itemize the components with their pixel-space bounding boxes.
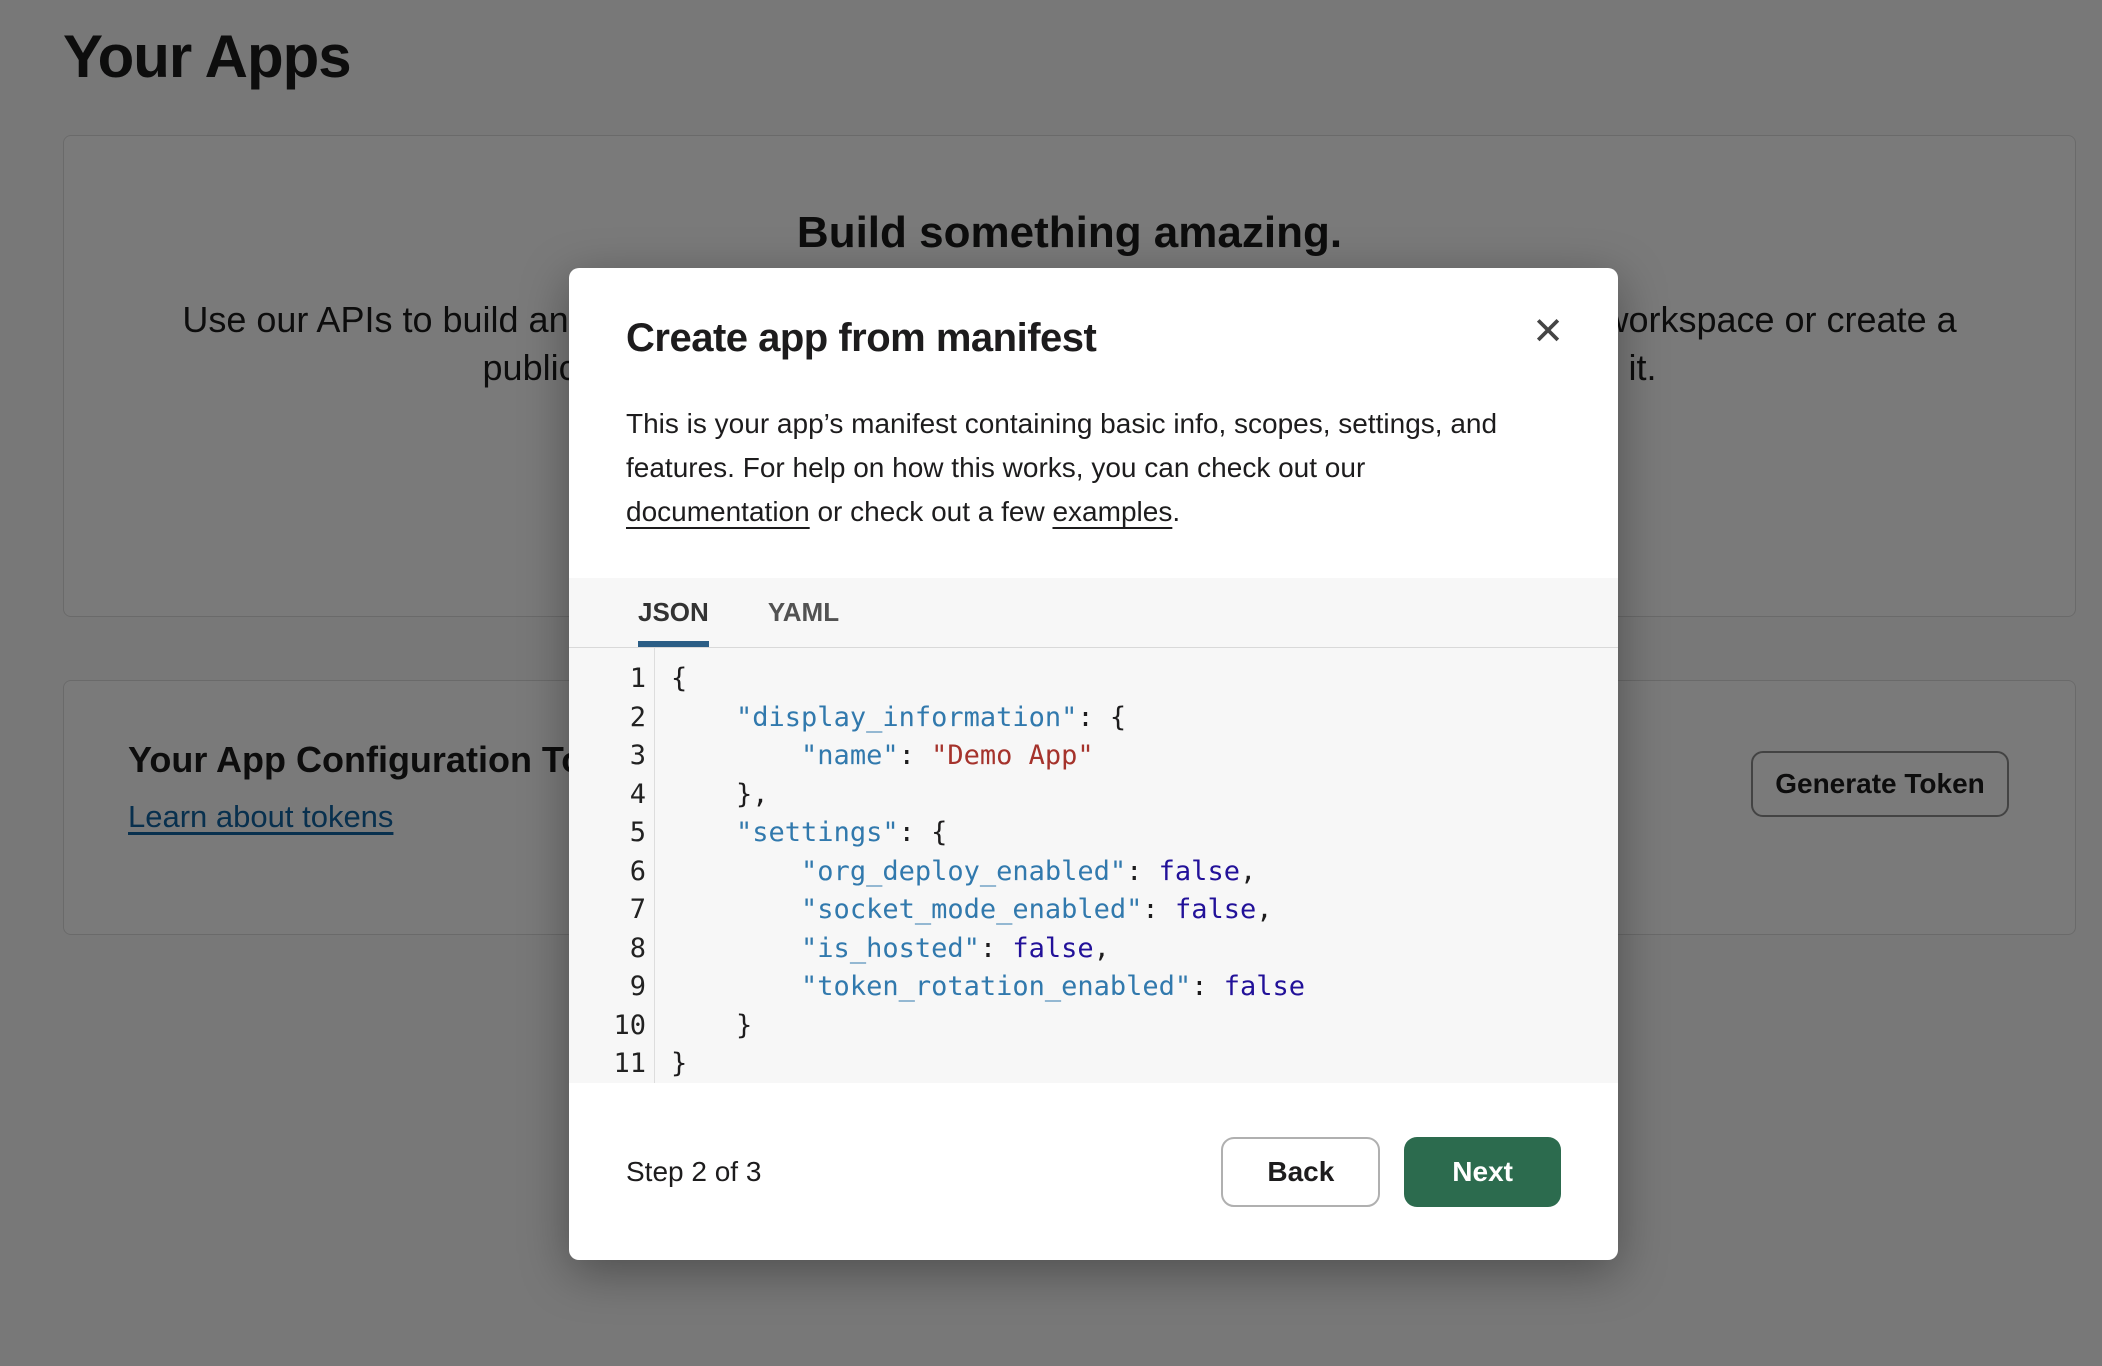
examples-link[interactable]: examples bbox=[1052, 496, 1172, 527]
manifest-code-editor[interactable]: 1234567891011 { "display_information": {… bbox=[569, 648, 1618, 1083]
close-icon: ✕ bbox=[1532, 311, 1564, 353]
close-button[interactable]: ✕ bbox=[1522, 306, 1574, 358]
tab-yaml[interactable]: YAML bbox=[768, 578, 839, 647]
editor-tab-bar: JSON YAML bbox=[569, 578, 1618, 648]
description-text: . bbox=[1172, 496, 1180, 527]
modal-description: This is your app’s manifest containing b… bbox=[626, 402, 1561, 534]
description-line: documentation or check out a few example… bbox=[626, 490, 1561, 534]
description-line: This is your app’s manifest containing b… bbox=[626, 402, 1561, 446]
manifest-editor-section: JSON YAML 1234567891011 { "display_infor… bbox=[569, 578, 1618, 1083]
tab-json[interactable]: JSON bbox=[638, 578, 709, 647]
editor-gutter: 1234567891011 bbox=[569, 648, 655, 1083]
step-indicator: Step 2 of 3 bbox=[626, 1156, 761, 1188]
documentation-link[interactable]: documentation bbox=[626, 496, 810, 527]
modal-header: Create app from manifest ✕ bbox=[569, 268, 1618, 360]
create-app-from-manifest-modal: Create app from manifest ✕ This is your … bbox=[569, 268, 1618, 1260]
next-button[interactable]: Next bbox=[1404, 1137, 1561, 1207]
modal-footer: Step 2 of 3 Back Next bbox=[569, 1083, 1618, 1260]
description-line: features. For help on how this works, yo… bbox=[626, 446, 1561, 490]
editor-code: { "display_information": { "name": "Demo… bbox=[655, 648, 1618, 1083]
modal-title: Create app from manifest bbox=[626, 316, 1561, 360]
back-button[interactable]: Back bbox=[1221, 1137, 1380, 1207]
description-text: or check out a few bbox=[810, 496, 1053, 527]
footer-buttons: Back Next bbox=[1221, 1137, 1561, 1207]
